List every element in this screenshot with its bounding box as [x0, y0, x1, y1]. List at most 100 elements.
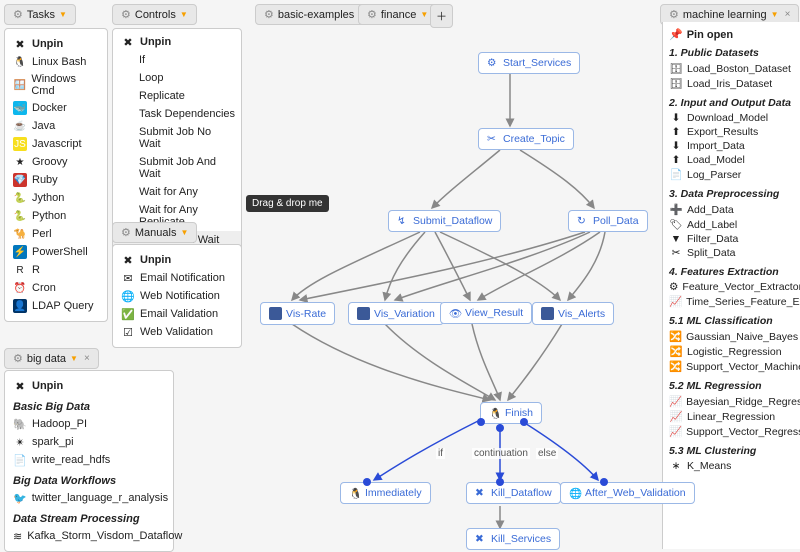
ml-item[interactable]: 📈Bayesian_Ridge_Regression — [669, 394, 794, 409]
linux-icon: 🐧 — [489, 407, 501, 419]
task-item[interactable]: ⏰Cron — [13, 279, 99, 297]
controls-item[interactable]: Replicate — [113, 87, 241, 105]
fb-icon — [357, 307, 370, 320]
manuals-item[interactable]: ✉Email Notification — [121, 269, 233, 287]
manuals-item[interactable]: 🌐Web Notification — [121, 287, 233, 305]
bigdata-item[interactable]: 🐦twitter_language_r_analysis — [13, 489, 165, 507]
node-kill-services[interactable]: ✖Kill_Services — [466, 528, 560, 550]
port[interactable] — [477, 418, 485, 426]
node-label: Create_Topic — [503, 133, 565, 145]
unpin-button[interactable]: ✖Unpin — [13, 35, 99, 53]
task-item[interactable]: JSJavascript — [13, 135, 99, 153]
ml-item[interactable]: 📄Log_Parser — [669, 167, 794, 182]
node-immediately[interactable]: 🐧Immediately — [340, 482, 431, 504]
bigdata-item[interactable]: ≋Kafka_Storm_Visdom_Dataflow — [13, 527, 165, 545]
item-label: K_Means — [687, 460, 731, 472]
item-label: Split_Data — [687, 247, 735, 259]
port[interactable] — [496, 478, 504, 486]
task-item[interactable]: 🐧Linux Bash — [13, 53, 99, 71]
close-icon[interactable]: × — [84, 353, 90, 364]
ml-item[interactable]: ⬆Load_Model — [669, 153, 794, 167]
port[interactable] — [363, 478, 371, 486]
task-item[interactable]: 🐪Perl — [13, 225, 99, 243]
lang-icon: ⚡ — [13, 245, 27, 259]
task-item[interactable]: 🐍Jython — [13, 189, 99, 207]
ml-item[interactable]: 🔀Gaussian_Naive_Bayes — [669, 329, 794, 344]
node-poll-data[interactable]: ↻Poll_Data — [568, 210, 648, 232]
chevron-down-icon: ▼ — [771, 10, 779, 19]
node-kill-dataflow[interactable]: ✖Kill_Dataflow — [466, 482, 561, 504]
manual-icon: ☑ — [121, 325, 135, 339]
unpin-button[interactable]: ✖Unpin — [121, 251, 233, 269]
tab-manuals[interactable]: ⚙ Manuals ▼ — [112, 222, 197, 243]
add-tab-button[interactable]: ＋ — [430, 4, 453, 28]
controls-item[interactable]: Submit Job No Wait — [113, 123, 241, 153]
controls-item[interactable]: If — [113, 51, 241, 69]
unpin-label: Unpin — [140, 36, 171, 48]
item-label: Load_Model — [687, 154, 745, 166]
node-create-topic[interactable]: ✂Create_Topic — [478, 128, 574, 150]
ml-item[interactable]: 🗄Load_Iris_Dataset — [669, 76, 794, 91]
section-title: 3. Data Preprocessing — [669, 188, 794, 200]
task-item[interactable]: 👤LDAP Query — [13, 297, 99, 315]
node-vis-alerts[interactable]: Vis_Alerts — [532, 302, 614, 325]
ml-item[interactable]: ⚙Feature_Vector_Extractor — [669, 280, 794, 294]
ml-item[interactable]: ⬆Export_Results — [669, 125, 794, 139]
ml-item[interactable]: ✂Split_Data — [669, 246, 794, 260]
controls-item[interactable]: Submit Job And Wait — [113, 153, 241, 183]
node-start-services[interactable]: ⚙Start_Services — [478, 52, 580, 74]
node-view-result[interactable]: 👁View_Result — [440, 302, 532, 324]
unpin-button[interactable]: ✖Unpin — [113, 33, 241, 51]
ml-icon: 🔀 — [669, 330, 682, 343]
ml-item[interactable]: ⬇Download_Model — [669, 111, 794, 125]
close-icon[interactable]: × — [785, 9, 791, 20]
task-item[interactable]: RR — [13, 261, 99, 279]
task-item[interactable]: 🪟Windows Cmd — [13, 71, 99, 99]
task-item[interactable]: 🐳Docker — [13, 99, 99, 117]
bigdata-item[interactable]: 📄write_read_hdfs — [13, 451, 165, 469]
ml-item[interactable]: 🏷Add_Label — [669, 217, 794, 232]
ml-item[interactable]: 🔀Support_Vector_Machines — [669, 359, 794, 374]
tab-big-data[interactable]: ⚙ big data ▼ × — [4, 348, 99, 369]
ml-item[interactable]: 📈Time_Series_Feature_Extractor — [669, 294, 794, 309]
manuals-item[interactable]: ✅Email Validation — [121, 305, 233, 323]
section-title: 5.3 ML Clustering — [669, 445, 794, 457]
ml-item[interactable]: ⬇Import_Data — [669, 139, 794, 153]
ml-item[interactable]: ▼Filter_Data — [669, 232, 794, 246]
ml-item[interactable]: 🗄Load_Boston_Dataset — [669, 61, 794, 76]
task-item[interactable]: ★Groovy — [13, 153, 99, 171]
node-submit-dataflow[interactable]: ↯Submit_Dataflow — [388, 210, 501, 232]
tab-label: basic-examples — [278, 9, 354, 21]
port[interactable] — [600, 478, 608, 486]
ml-item[interactable]: ∗K_Means — [669, 459, 794, 473]
node-after-web-validation[interactable]: 🌐After_Web_Validation — [560, 482, 695, 504]
tab-tasks[interactable]: ⚙ Tasks ▼ — [4, 4, 76, 25]
task-item[interactable]: ☕Java — [13, 117, 99, 135]
ml-item[interactable]: 📈Support_Vector_Regression — [669, 424, 794, 439]
view-icon: 👁 — [449, 307, 461, 319]
bigdata-item[interactable]: 🐘Hadoop_PI — [13, 415, 165, 433]
ml-icon: ⬆ — [669, 126, 683, 138]
tab-controls[interactable]: ⚙ Controls ▼ — [112, 4, 197, 25]
pin-open-button[interactable]: 📌Pin open — [669, 28, 794, 41]
manuals-item[interactable]: ☑Web Validation — [121, 323, 233, 341]
port[interactable] — [520, 418, 528, 426]
unpin-button[interactable]: ✖Unpin — [13, 377, 165, 395]
item-label: Gaussian_Naive_Bayes — [686, 331, 798, 343]
node-vis-variation[interactable]: Vis_Variation — [348, 302, 444, 325]
ml-item[interactable]: ➕Add_Data — [669, 202, 794, 217]
task-item[interactable]: 🐍Python — [13, 207, 99, 225]
node-vis-rate[interactable]: Vis-Rate — [260, 302, 335, 325]
node-finish[interactable]: 🐧Finish — [480, 402, 542, 424]
ml-item[interactable]: 🔀Logistic_Regression — [669, 344, 794, 359]
bigdata-item[interactable]: ✴spark_pi — [13, 433, 165, 451]
ml-icon: 📈 — [669, 425, 682, 438]
ml-item[interactable]: 📈Linear_Regression — [669, 409, 794, 424]
controls-item[interactable]: Loop — [113, 69, 241, 87]
lang-icon: ★ — [13, 155, 27, 169]
task-item[interactable]: ⚡PowerShell — [13, 243, 99, 261]
task-item[interactable]: 💎Ruby — [13, 171, 99, 189]
port[interactable] — [496, 424, 504, 432]
controls-item[interactable]: Task Dependencies — [113, 105, 241, 123]
controls-item[interactable]: Wait for Any — [113, 183, 241, 201]
